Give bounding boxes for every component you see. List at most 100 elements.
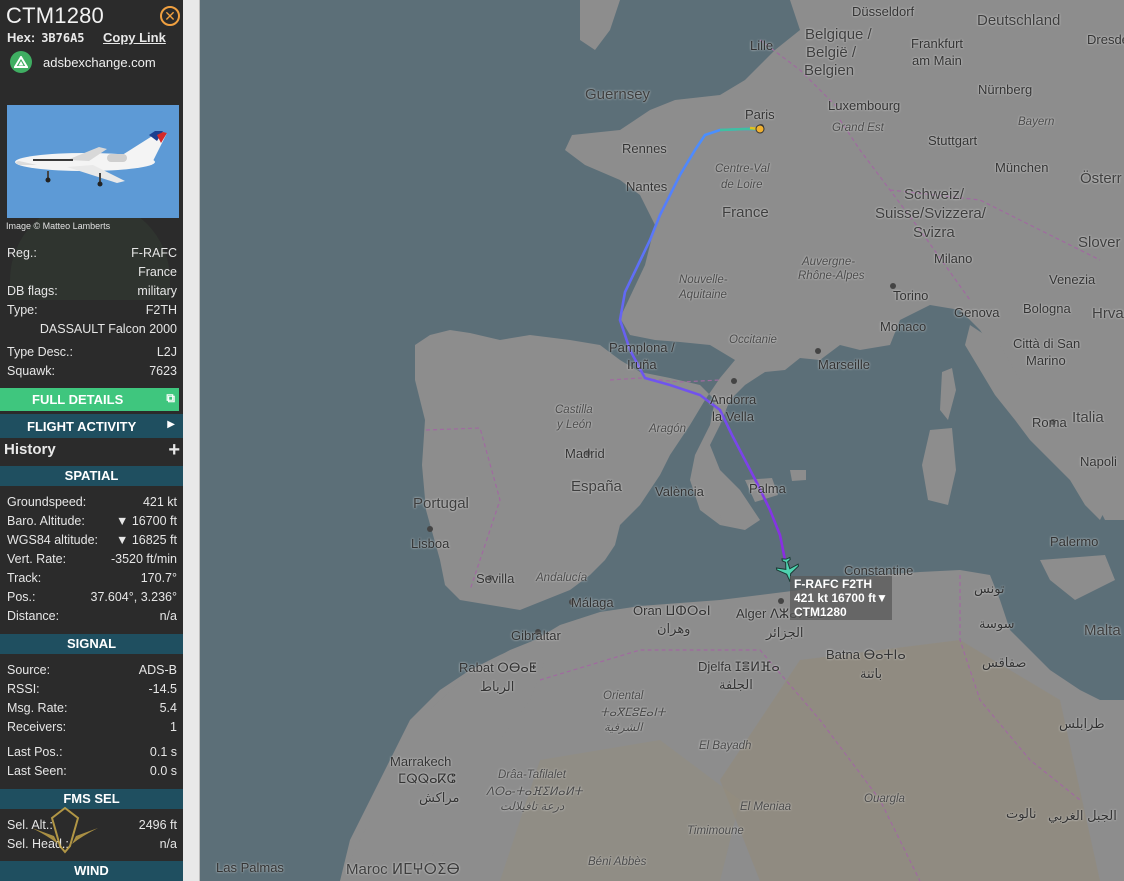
spatial-value: ▼ 16700 ft <box>115 514 177 528</box>
map-label-tarabulus: طرابلس <box>1059 716 1105 731</box>
signal-label: Last Seen: <box>7 764 67 778</box>
squawk-row: Squawk: 7623 <box>7 364 177 378</box>
spatial-label: Baro. Altitude: <box>7 514 85 528</box>
map-label-marino: Marino <box>1026 353 1066 368</box>
map-label-elmeniaa: El Meniaa <box>740 801 792 813</box>
map-label-torino: Torino <box>893 288 929 303</box>
sidebar-resize-handle[interactable] <box>183 0 200 881</box>
aircraft-map-label-line2: 421 kt 16700 ft▼ <box>794 591 888 605</box>
spatial-label: Pos.: <box>7 590 36 604</box>
map-label-draa: Drâa-Tafilalet <box>498 769 566 781</box>
spatial-row: Vert. Rate: -3520 ft/min <box>7 552 177 566</box>
map-label-oran: Oran ⵡⵀⵔⴰⵏ <box>633 603 711 618</box>
spatial-value: 37.604°, 3.236° <box>90 590 177 604</box>
map-label-roma: Roma <box>1032 415 1067 430</box>
map-label-draa-tf: ⴷⵔⴰ-ⵜⴰⴼⵉⵍⴰⵍⵜ <box>486 786 583 798</box>
signal-section-header: SIGNAL <box>0 634 183 654</box>
flight-activity-label: FLIGHT ACTIVITY <box>27 418 137 434</box>
flight-activity-button[interactable]: FLIGHT ACTIVITY ▶ <box>0 414 183 438</box>
map-label-safaqis: صفاقس <box>982 655 1027 670</box>
aircraft-map-label-line3: CTM1280 <box>794 605 847 619</box>
map-view[interactable]: Düsseldorf Deutschland Dresden Lille Bel… <box>200 0 1124 881</box>
aircraft-map-label[interactable]: F-RAFC F2TH 421 kt 16700 ft▼ CTM1280 <box>790 576 892 620</box>
map-label-luxembourg: Luxembourg <box>828 98 901 113</box>
map-label-deutschland: Deutschland <box>977 12 1061 29</box>
spatial-label: WGS84 altitude: <box>7 533 99 547</box>
aircraft-photo[interactable] <box>7 105 179 218</box>
map-label-occitanie: Occitanie <box>729 334 777 346</box>
map-label-marrakech-ar: مراكش <box>419 790 460 805</box>
map-label-napoli: Napoli <box>1080 454 1117 469</box>
map-label-portugal: Portugal <box>413 495 469 512</box>
map-label-deloire: de Loire <box>721 179 763 191</box>
map-label-tunis: تونس <box>974 581 1005 596</box>
full-details-button[interactable]: FULL DETAILS ⧉ <box>0 388 179 411</box>
copy-link[interactable]: Copy Link <box>103 30 166 45</box>
map-label-wahran: وهران <box>657 621 691 636</box>
map-label-nurnberg: Nürnberg <box>978 82 1033 97</box>
map-label-yleon: y León <box>557 419 592 431</box>
photo-credit: Image © Matteo Lamberts <box>6 221 111 231</box>
spatial-label: Track: <box>7 571 42 585</box>
fms-value: n/a <box>159 837 177 851</box>
map-label-marseille: Marseille <box>818 357 871 372</box>
map-label-monaco: Monaco <box>880 319 927 334</box>
chevron-right-icon: ▶ <box>167 419 175 430</box>
close-icon[interactable]: ✕ <box>160 6 180 26</box>
map-canvas[interactable] <box>200 0 1124 881</box>
map-label-palermo: Palermo <box>1050 534 1099 549</box>
map-label-belgien: Belgien <box>804 62 855 79</box>
map-label-gibraltar: Gibraltar <box>511 628 561 643</box>
full-details-label: FULL DETAILS <box>32 392 124 407</box>
aircraft-info-panel: CTM1280 ✕ Hex: 3B76A5 Copy Link adsbexcha… <box>0 0 183 881</box>
map-label-nantes: Nantes <box>626 179 668 194</box>
adsbexchange-site: adsbexchange.com <box>43 54 156 70</box>
map-label-centre: Centre-Val <box>715 163 770 175</box>
map-label-djelfa: Djelfa ⵊⴻⵍⴼⴰ <box>698 659 780 674</box>
map-label-draa-ar: درعة تافيلالت <box>500 801 565 813</box>
spatial-value: 170.7° <box>140 571 177 585</box>
spatial-value: -3520 ft/min <box>110 552 177 566</box>
map-label-beniabbes: Béni Abbès <box>588 856 647 868</box>
map-label-jelfa-ar: الجلفة <box>719 677 753 692</box>
reg-value: F-RAFC <box>131 246 177 260</box>
signal-value: 0.0 s <box>149 764 177 778</box>
signal-row: RSSI: -14.5 <box>7 682 177 696</box>
spatial-row: Track: 170.7° <box>7 571 177 585</box>
adsbexchange-logo-icon <box>10 51 32 73</box>
map-label-lisboa: Lisboa <box>411 536 450 551</box>
map-label-jazair: الجزائر <box>766 625 804 640</box>
signal-value: 5.4 <box>159 701 177 715</box>
signal-row: Last Pos.: 0.1 s <box>7 745 177 759</box>
typedesc-label: Type Desc.: <box>7 345 73 359</box>
type-value: F2TH <box>145 303 177 317</box>
forum-badge-icon <box>32 806 98 854</box>
wind-section-header: WIND <box>0 861 183 881</box>
external-link-icon: ⧉ <box>166 391 175 405</box>
spatial-row: WGS84 altitude: ▼ 16825 ft <box>7 533 177 547</box>
map-label-svizra: Svizra <box>913 224 955 241</box>
history-toggle[interactable]: History + <box>4 439 180 461</box>
spatial-label: Groundspeed: <box>7 495 87 509</box>
adsbexchange-link[interactable]: adsbexchange.com <box>10 50 156 74</box>
map-label-rennes: Rennes <box>622 141 667 156</box>
dbflags-label: DB flags: <box>7 284 58 298</box>
map-label-hrva: Hrva <box>1092 305 1124 322</box>
hex-value: 3B76A5 <box>41 31 85 45</box>
map-label-ribat: الرباط <box>480 679 515 694</box>
map-label-osterr: Österr <box>1080 170 1122 187</box>
map-label-auvergne: Auvergne- <box>802 256 856 268</box>
map-label-belgique: Belgique / <box>805 26 872 43</box>
map-label-munchen: München <box>995 160 1049 175</box>
signal-label: Last Pos.: <box>7 745 63 759</box>
signal-value: -14.5 <box>148 682 178 696</box>
map-label-venezia: Venezia <box>1049 272 1096 287</box>
map-label-schweiz: Schweiz/ <box>904 186 965 203</box>
dbflags-value: military <box>137 284 177 298</box>
spatial-value: n/a <box>159 609 177 623</box>
map-label-oriental: Oriental <box>603 690 644 702</box>
map-label-bayern: Bayern <box>1018 116 1055 128</box>
typedesc-value: L2J <box>156 345 177 359</box>
map-label-ammain: am Main <box>912 53 962 68</box>
signal-label: Receivers: <box>7 720 67 734</box>
